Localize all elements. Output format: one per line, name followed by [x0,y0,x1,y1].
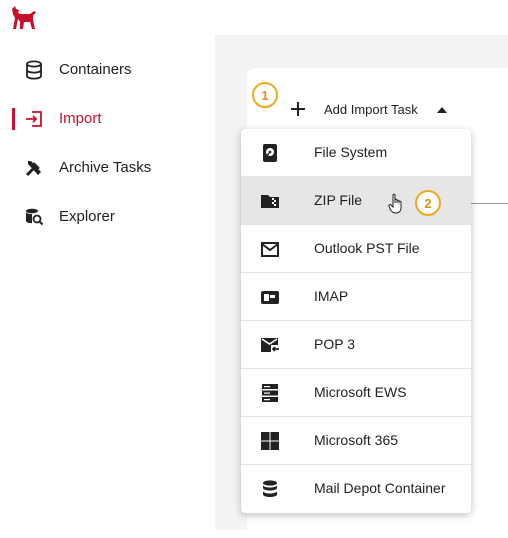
menu-item-outlook-pst-file[interactable]: Outlook PST File [241,225,471,273]
sidebar-item-explorer[interactable]: Explorer [0,197,215,237]
menu-item-microsoft-365[interactable]: Microsoft 365 [241,417,471,465]
active-indicator [12,108,15,130]
hard-drive-icon [263,144,277,162]
hand-cursor-icon [388,193,402,214]
red-dog-logo-icon[interactable] [10,5,38,31]
import-icon [26,111,42,127]
sidebar-item-label: Archive Tasks [59,159,152,176]
sidebar: Containers Import Archive Tasks Explorer [0,35,215,530]
menu-item-label: POP 3 [314,336,355,352]
menu-item-label: Mail Depot Container [314,480,446,496]
menu-item-label: File System [314,144,388,160]
menu-item-label: Outlook PST File [314,240,420,256]
database-icon [26,60,42,80]
caret-up-icon [437,107,447,113]
menu-item-label: Microsoft 365 [314,432,399,448]
menu-item-label: ZIP File [314,192,362,208]
sidebar-item-archive-tasks[interactable]: Archive Tasks [0,148,215,188]
mail-receive-icon [261,338,279,352]
menu-item-mail-depot-container[interactable]: Mail Depot Container [241,465,471,513]
menu-item-microsoft-ews[interactable]: Microsoft EWS [241,369,471,417]
step-badge-1: 1 [252,82,278,108]
tools-icon [25,161,41,177]
import-type-menu: File System ZIP File Outlook PST File IM… [241,129,471,513]
sidebar-item-containers[interactable]: Containers [0,50,215,90]
database-icon [263,480,277,497]
zip-folder-icon [261,195,279,208]
menu-item-pop3[interactable]: POP 3 [241,321,471,369]
sidebar-item-label: Explorer [59,208,115,225]
windows-grid-icon [261,432,279,450]
server-icon [262,384,278,402]
menu-item-file-system[interactable]: File System [241,129,471,177]
menu-item-imap[interactable]: IMAP [241,273,471,321]
database-search-icon [26,208,44,226]
sidebar-item-label: Containers [59,61,132,78]
sidebar-item-label: Import [59,110,102,127]
menu-item-label: Microsoft EWS [314,384,407,400]
top-bar [0,0,508,35]
step-badge-2: 2 [415,190,441,216]
sidebar-item-import[interactable]: Import [0,99,215,139]
mailbox-icon [261,291,279,304]
envelope-icon [261,242,279,257]
add-import-task-button[interactable]: Add Import Task [289,98,469,122]
add-import-task-label: Add Import Task [324,102,418,117]
menu-item-label: IMAP [314,288,349,304]
plus-icon [291,102,305,116]
